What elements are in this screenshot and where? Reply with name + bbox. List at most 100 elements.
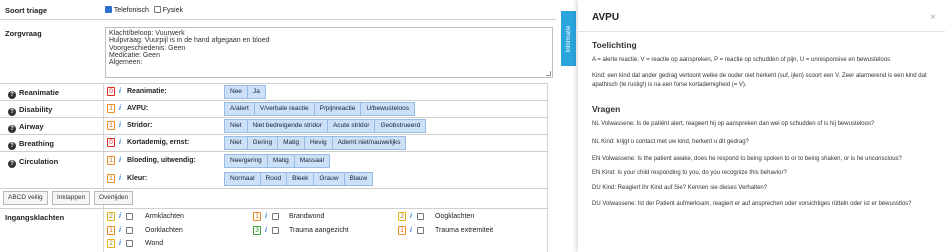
urgency-badge: 2: [398, 212, 406, 221]
urgency-badge: 2: [107, 212, 115, 221]
zorgvraag-line: Klacht/beloop: Vuurwerk: [109, 30, 185, 37]
wond-label: Wond: [145, 240, 164, 247]
fysiek-label: Fysiek: [162, 7, 183, 14]
stridor-segment: Niet Niet bedreigende stridor Acute stri…: [224, 119, 427, 133]
option-alert[interactable]: A/alert: [224, 102, 255, 116]
zorgvraag-line: Voorgeschiedenis: Geen: [109, 44, 186, 52]
vraag-item: NL Volwassene: Is de patiënt alert, reag…: [592, 121, 875, 127]
info-icon[interactable]: i: [119, 88, 121, 95]
option-bewusteloos[interactable]: U/bewusteloos: [360, 102, 415, 116]
option-massaal[interactable]: Massaal: [293, 154, 330, 168]
info-icon[interactable]: i: [119, 157, 121, 164]
option-nee[interactable]: Nee: [224, 85, 248, 99]
toelichting-text-2: Kind: een kind dat ander gedrag vertoont…: [592, 73, 927, 88]
telefonisch-checkbox[interactable]: [105, 6, 112, 13]
info-icon[interactable]: i: [265, 227, 267, 234]
zorgvraag-label: Zorgvraag: [5, 29, 42, 38]
vraag-item: NL Kind: krijgt u contact met uw kind, h…: [592, 139, 749, 145]
abcd-veilig-button[interactable]: ABCD veilig: [3, 191, 48, 205]
row-disability-label: ? Disability: [8, 105, 52, 116]
option-gering[interactable]: Gering: [246, 136, 279, 150]
row-circulation-label: ? Circulation: [8, 157, 58, 168]
brandwond-checkbox[interactable]: [272, 213, 279, 220]
urgency-badge: 2: [107, 239, 115, 248]
row-name: Breathing: [19, 139, 55, 148]
help-icon[interactable]: ?: [8, 142, 16, 150]
info-icon[interactable]: i: [119, 213, 121, 220]
option-verbale-reactie[interactable]: V/verbale reactie: [253, 102, 315, 116]
option-blauw[interactable]: Blauw: [343, 172, 374, 186]
telefonisch-label: Telefonisch: [113, 7, 149, 14]
inklappen-button[interactable]: Inklappen: [52, 191, 91, 205]
info-icon[interactable]: i: [410, 227, 412, 234]
option-bleek[interactable]: Bleek: [286, 172, 315, 186]
stridor-sublabel: Stridor:: [127, 122, 153, 129]
option-ja[interactable]: Ja: [246, 85, 266, 99]
option-niet[interactable]: Niet: [224, 136, 248, 150]
armklachten-label: Armklachten: [145, 213, 184, 220]
option-normaal[interactable]: Normaal: [224, 172, 261, 186]
ingangsklachten-label: Ingangsklachten: [5, 213, 65, 222]
vraag-item: DU Volwassene: Ist der Patient aufmerksa…: [592, 201, 912, 207]
option-geobstrueerd[interactable]: Geobstrueerd: [374, 119, 427, 133]
help-icon[interactable]: ?: [8, 91, 16, 99]
option-acute-stridor[interactable]: Acute stridor: [326, 119, 376, 133]
urgency-badge: 1: [107, 156, 115, 165]
overlijden-button[interactable]: Overlijden: [94, 191, 134, 205]
urgency-badge: 3: [253, 226, 261, 235]
option-matig[interactable]: Matig: [266, 154, 295, 168]
option-niet-bedreigende-stridor[interactable]: Niet bedreigende stridor: [246, 119, 328, 133]
option-pijnreactie[interactable]: P/pijnreactie: [313, 102, 362, 116]
info-icon[interactable]: i: [119, 139, 121, 146]
zorgvraag-line: Medicatie: Geen: [109, 51, 160, 59]
kortademig-segment: Niet Gering Matig Hevig Ademt niet/nauwe…: [224, 136, 407, 150]
kleur-segment: Normaal Rood Bleek Grauw Blauw: [224, 172, 374, 186]
option-rood[interactable]: Rood: [259, 172, 288, 186]
toelichting-text-1: A = alerte reactie, V = reactie op aansp…: [592, 57, 891, 63]
avpu-info-panel: AVPU × Toelichting A = alerte reactie, V…: [578, 0, 945, 252]
vraag-item: DU Kind: Reagiert ihr Kind auf Sie? Kenn…: [592, 185, 768, 191]
row-name: Airway: [19, 122, 44, 131]
zorgvraag-textarea[interactable]: Klacht/beloop: Vuurwerk Hulpvraag: Vuurp…: [105, 27, 553, 78]
vragen-heading: Vragen: [592, 104, 621, 114]
soort-triage-options: Telefonisch Fysiek: [105, 6, 183, 14]
help-icon[interactable]: ?: [8, 108, 16, 116]
option-matig[interactable]: Matig: [277, 136, 305, 150]
urgency-badge: 1: [253, 212, 261, 221]
option-hevig[interactable]: Hevig: [303, 136, 333, 150]
urgency-badge: 0: [107, 138, 115, 147]
kortademig-sublabel: Kortademig, ernst:: [127, 139, 190, 146]
zorgvraag-line: Hulpvraag: Vuurpijl is in de hand afgega…: [109, 37, 270, 45]
info-icon[interactable]: i: [119, 105, 121, 112]
panel-title: AVPU: [592, 12, 620, 23]
info-icon[interactable]: i: [119, 227, 121, 234]
close-icon[interactable]: ×: [930, 12, 936, 23]
option-niet[interactable]: Niet: [224, 119, 248, 133]
help-icon[interactable]: ?: [8, 125, 16, 133]
oogklachten-checkbox[interactable]: [417, 213, 424, 220]
fysiek-checkbox[interactable]: [153, 6, 161, 13]
option-nee-gering[interactable]: Nee/gering: [224, 154, 268, 168]
help-icon[interactable]: ?: [8, 160, 16, 168]
info-icon[interactable]: i: [119, 175, 121, 182]
urgency-badge: 1: [398, 226, 406, 235]
info-icon[interactable]: i: [410, 213, 412, 220]
option-ademt-niet[interactable]: Ademt niet/nauwelijks: [331, 136, 407, 150]
info-icon[interactable]: i: [119, 122, 121, 129]
row-breathing-label: ? Breathing: [8, 139, 54, 150]
trauma-extremiteit-label: Trauma extremiteit: [435, 227, 494, 234]
urgency-badge: 0: [107, 87, 115, 96]
oorklachten-checkbox[interactable]: [126, 227, 133, 234]
bloeding-sublabel: Bloeding, uitwendig:: [127, 157, 196, 164]
trauma-extremiteit-checkbox[interactable]: [417, 227, 424, 234]
option-grauw[interactable]: Grauw: [313, 172, 345, 186]
informatie-tab[interactable]: Informatie: [561, 11, 576, 66]
info-icon[interactable]: i: [265, 213, 267, 220]
brandwond-label: Brandwond: [289, 213, 325, 220]
info-icon[interactable]: i: [119, 240, 121, 247]
trauma-aangezicht-checkbox[interactable]: [272, 227, 279, 234]
row-name: Reanimatie: [19, 88, 60, 97]
armklachten-checkbox[interactable]: [126, 213, 133, 220]
resize-handle-icon[interactable]: [546, 71, 551, 76]
wond-checkbox[interactable]: [126, 240, 133, 247]
